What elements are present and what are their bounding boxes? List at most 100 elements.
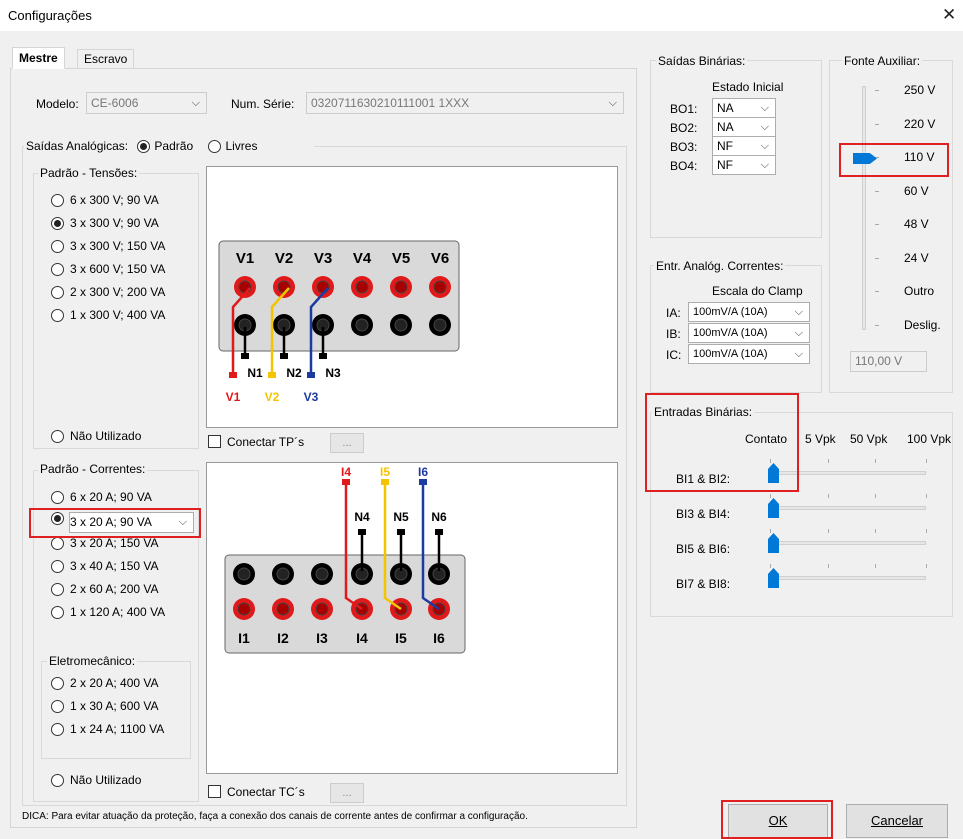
voltage-head-label: V6 xyxy=(431,250,449,267)
electro-option[interactable]: 1 x 30 A; 600 VA xyxy=(51,698,159,714)
bo-select[interactable]: NA ⌵ xyxy=(712,117,776,137)
current-jack-red-core xyxy=(237,602,251,616)
voltage-diagram: V1 V2 V3 V4 V5 V6 N1 V1 N2 V2 N3 V3 xyxy=(206,166,618,428)
wire-label: V3 xyxy=(304,390,319,404)
current-head-label: I2 xyxy=(277,630,289,646)
bi-slider-track[interactable] xyxy=(770,576,926,580)
aux-level-label: 48 V xyxy=(904,217,929,231)
tc-ellipsis-button[interactable]: ... xyxy=(330,783,364,803)
bo-select[interactable]: NF ⌵ xyxy=(712,136,776,156)
current-option[interactable]: 1 x 120 A; 400 VA xyxy=(51,604,165,620)
radio-livres[interactable] xyxy=(208,140,222,154)
bi-slider-track[interactable] xyxy=(770,541,926,545)
radio-button xyxy=(51,491,64,505)
slider-tick xyxy=(926,459,927,463)
neutral-label: N5 xyxy=(393,510,409,524)
aux-level-label: Outro xyxy=(904,284,935,298)
tp-ellipsis-button[interactable]: ... xyxy=(330,433,364,453)
bi-label: BI7 & BI8: xyxy=(676,577,731,591)
electro-option[interactable]: 1 x 24 A; 1100 VA xyxy=(51,721,164,737)
currents-unused-option[interactable]: Não Utilizado xyxy=(51,772,141,788)
current-jack-red-core xyxy=(276,602,290,616)
clamp-select[interactable]: 100mV/A (10A) ⌵ xyxy=(688,344,810,364)
radio-button xyxy=(51,560,64,574)
slider-tick xyxy=(926,564,927,568)
current-option[interactable]: 3 x 40 A; 150 VA xyxy=(51,558,159,574)
chevron-down-icon: ⌵ xyxy=(608,97,617,109)
bo-label: BO4: xyxy=(670,159,698,173)
aux-source-readout: 110,00 V xyxy=(850,351,927,372)
neutral-label: N3 xyxy=(325,366,341,380)
slider-tick xyxy=(875,190,879,192)
aux-level-label: 250 V xyxy=(904,83,936,97)
slider-tick xyxy=(828,529,829,533)
bi-scale-label: 100 Vpk xyxy=(907,432,952,446)
voltage-jack-black-core xyxy=(355,318,369,332)
voltage-option[interactable]: 3 x 300 V; 90 VA xyxy=(51,215,159,231)
connect-tp-checkbox[interactable] xyxy=(208,435,221,449)
radio-button xyxy=(51,240,64,254)
cancel-button[interactable]: Cancelar xyxy=(846,804,948,838)
slider-tick xyxy=(875,224,879,225)
electro-option[interactable]: 2 x 20 A; 400 VA xyxy=(51,675,159,691)
current-option[interactable]: 2 x 60 A; 200 VA xyxy=(51,581,159,597)
tab-escravo[interactable]: Escravo xyxy=(77,49,135,69)
voltage-jack-red-core xyxy=(316,280,330,294)
current-option[interactable]: 6 x 20 A; 90 VA xyxy=(51,489,152,505)
slider-tick xyxy=(926,494,927,498)
current-mode-select[interactable]: 3 x 20 A; 90 VA ⌵ xyxy=(69,512,194,533)
close-icon[interactable]: ✕ xyxy=(942,5,956,25)
bo-select[interactable]: NA ⌵ xyxy=(712,98,776,118)
aux-source-group xyxy=(829,60,953,393)
bi-label: BI3 & BI4: xyxy=(676,507,731,521)
chevron-down-icon: ⌵ xyxy=(760,140,769,152)
clamp-select[interactable]: 100mV/A (10A) ⌵ xyxy=(688,302,810,322)
current-jack-black-core xyxy=(315,567,329,581)
highlight-ok xyxy=(721,800,833,839)
current-top-label: I4 xyxy=(341,465,351,479)
neutral-plug xyxy=(435,529,443,535)
wire-plug xyxy=(342,479,350,485)
wire-plug xyxy=(229,372,237,378)
neutral-plug xyxy=(241,353,249,359)
wire-plug xyxy=(307,372,315,378)
bi-slider-track[interactable] xyxy=(770,506,926,510)
voltage-option[interactable]: 3 x 600 V; 150 VA xyxy=(51,261,165,277)
voltage-jack-black-core xyxy=(433,318,447,332)
tab-mestre[interactable]: Mestre xyxy=(12,47,65,69)
voltage-jack-black-core xyxy=(394,318,408,332)
current-head-label: I6 xyxy=(433,630,445,646)
voltage-jack-red-core xyxy=(433,280,447,294)
slider-tick xyxy=(875,90,879,91)
voltage-head-label: V2 xyxy=(275,250,293,267)
slider-tick xyxy=(926,529,927,533)
highlight-aux-110 xyxy=(839,143,949,177)
voltage-option[interactable]: 6 x 300 V; 90 VA xyxy=(51,192,159,208)
radio-button xyxy=(51,286,64,300)
connect-tc-checkbox[interactable] xyxy=(208,785,221,799)
current-head-label: I1 xyxy=(238,630,250,646)
radio-button xyxy=(51,309,64,323)
voltage-jack-red-core xyxy=(394,280,408,294)
neutral-label: N2 xyxy=(286,366,302,380)
clamp-select[interactable]: 100mV/A (10A) ⌵ xyxy=(688,323,810,343)
radio-padrao[interactable] xyxy=(137,140,151,154)
aux-source-slider-track[interactable] xyxy=(862,86,866,330)
voltage-option[interactable]: 2 x 300 V; 200 VA xyxy=(51,284,165,300)
neutral-label: N4 xyxy=(354,510,370,524)
bo-select[interactable]: NF ⌵ xyxy=(712,155,776,175)
aux-level-label: 24 V xyxy=(904,250,929,265)
slider-tick xyxy=(828,494,829,498)
slider-tick xyxy=(875,291,879,292)
voltages-unused-option[interactable]: Não Utilizado xyxy=(51,428,141,444)
voltage-terminals-svg: V1 V2 V3 V4 V5 V6 N1 V1 N2 V2 N3 V3 xyxy=(218,240,460,404)
wire-label: V2 xyxy=(265,390,280,404)
voltage-option[interactable]: 1 x 300 V; 400 VA xyxy=(51,307,165,323)
slider-tick xyxy=(875,529,876,533)
voltage-option[interactable]: 3 x 300 V; 150 VA xyxy=(51,238,165,254)
clamp-label: IB: xyxy=(666,327,681,341)
voltage-panel xyxy=(218,240,460,352)
chevron-down-icon: ⌵ xyxy=(760,102,769,114)
aux-level-label: 60 V xyxy=(904,183,929,198)
radio-button xyxy=(51,723,64,737)
